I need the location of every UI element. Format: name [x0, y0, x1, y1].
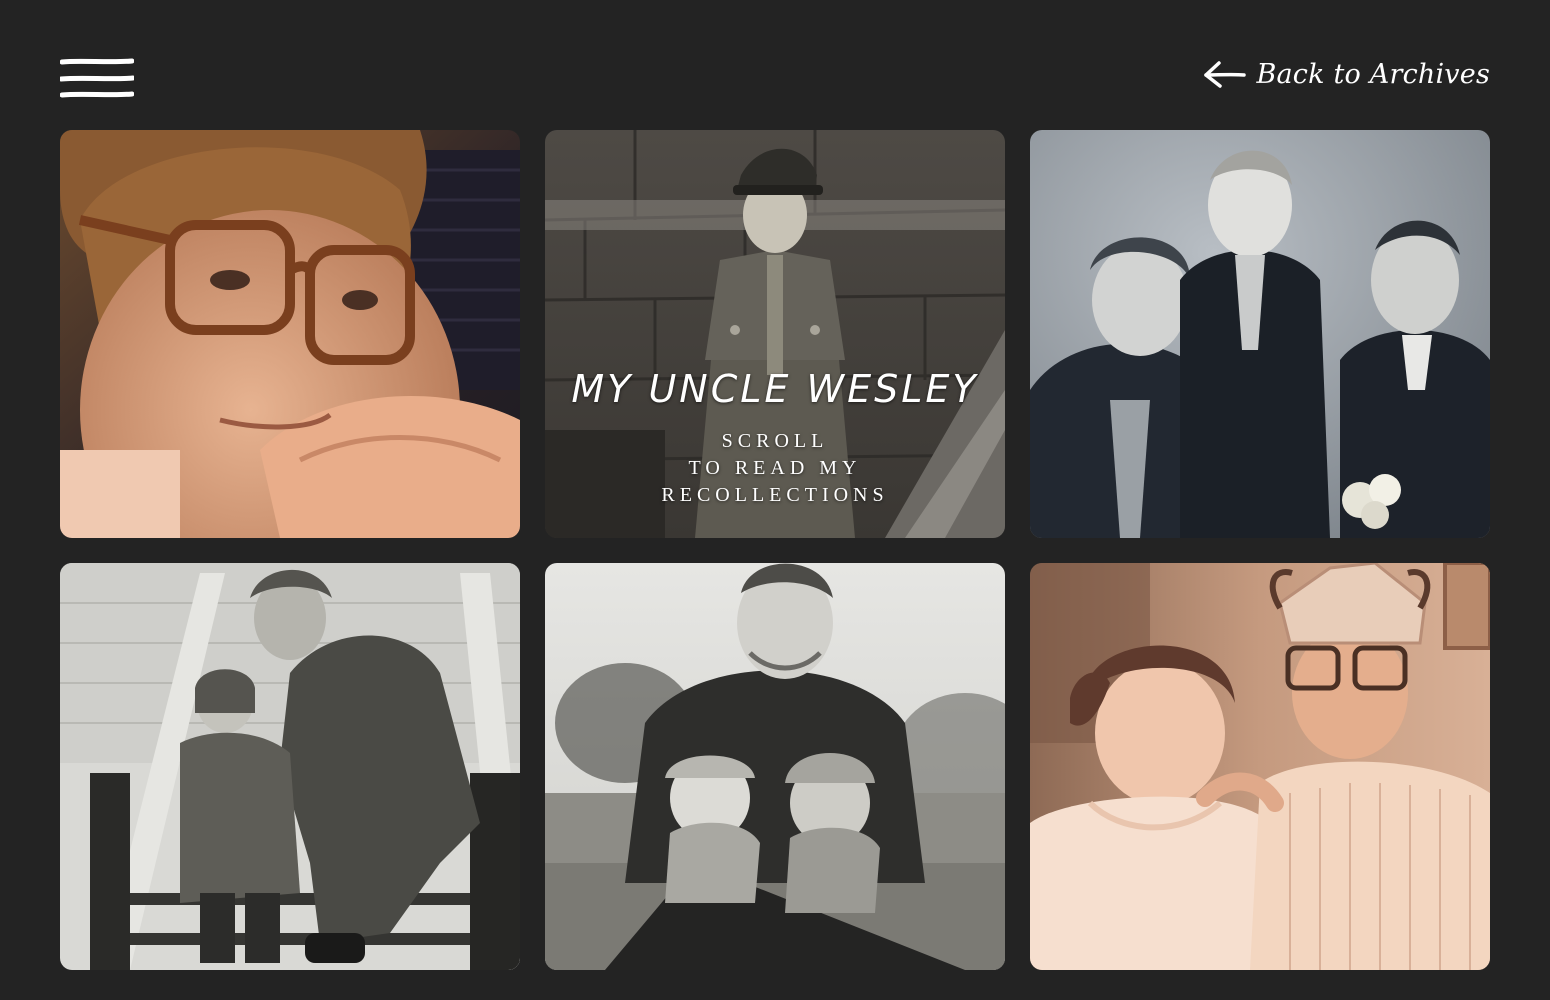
scroll-hint: SCROLL TO READ MY RECOLLECTIONS	[545, 428, 1005, 509]
family-portrait-photo	[1030, 130, 1490, 538]
photo-tile-family-portrait[interactable]	[1030, 130, 1490, 538]
photo-tile-portrait-glasses[interactable]	[60, 130, 520, 538]
soldier-child-photo	[60, 563, 520, 970]
photo-tile-man-with-kids[interactable]	[545, 563, 1005, 970]
hero-title: MY UNCLE WESLEY	[571, 367, 979, 411]
scroll-hint-line: SCROLL	[721, 430, 829, 452]
photo-gallery: MY UNCLE WESLEY SCROLL TO READ MY RECOLL…	[60, 130, 1490, 970]
back-link-label: Back to Archives	[1256, 58, 1490, 90]
man-with-kids-photo	[545, 563, 1005, 970]
photo-tile-soldier-child[interactable]	[60, 563, 520, 970]
scroll-hint-line: TO READ MY	[688, 457, 862, 479]
hero-overlay: MY UNCLE WESLEY SCROLL TO READ MY RECOLL…	[545, 370, 1005, 509]
photo-tile-couple-sepia[interactable]	[1030, 563, 1490, 970]
portrait-photo	[60, 130, 520, 538]
couple-photo	[1030, 563, 1490, 970]
arrow-left-icon	[1204, 61, 1247, 88]
scroll-hint-line: RECOLLECTIONS	[661, 484, 889, 506]
hamburger-menu-icon[interactable]	[60, 58, 134, 100]
photo-tile-soldier-hero[interactable]: MY UNCLE WESLEY SCROLL TO READ MY RECOLL…	[545, 130, 1005, 538]
back-to-archives-link[interactable]: Back to Archives	[1202, 54, 1490, 94]
